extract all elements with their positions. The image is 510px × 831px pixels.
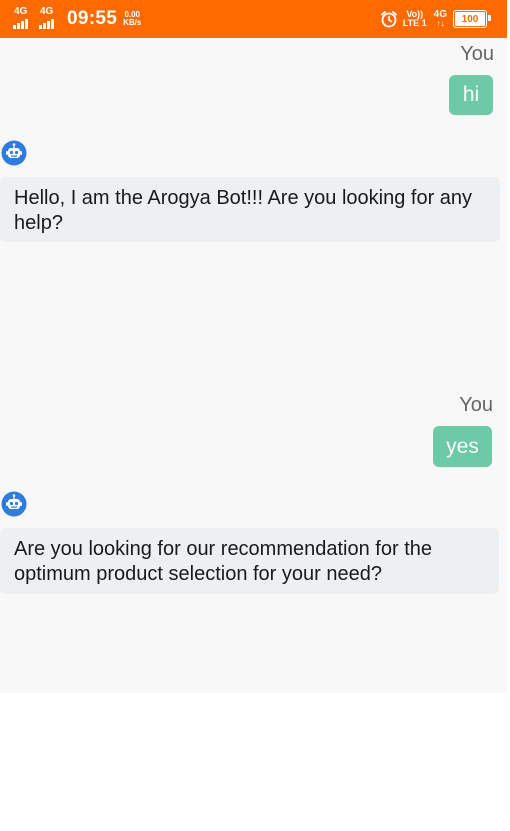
network-type-1: 4G xyxy=(14,6,28,17)
signal-icon: 4G xyxy=(13,6,35,30)
bot-message-bubble: Hello, I am the Arogya Bot!!! Are you lo… xyxy=(0,177,500,242)
sender-label: You xyxy=(459,394,493,416)
network-speed: 0.00 KB/s xyxy=(123,11,141,27)
signal-bars xyxy=(39,19,54,29)
sender-label: You xyxy=(460,43,494,65)
volte-bottom: LTE 1 xyxy=(402,18,427,28)
network-type-2: 4G xyxy=(40,6,54,17)
volte-indicator: Vo)) LTE 1 xyxy=(403,10,427,28)
status-bar-left: 4G 4G 09:55 0.00 KB/s xyxy=(13,0,141,38)
data-network-indicator: 4G ↑↓ xyxy=(434,10,447,28)
network-speed-unit: KB/s xyxy=(123,18,142,27)
screen: 4G 4G 09:55 0.00 KB/s Vo)) LTE 1 4G ↑↓ 1… xyxy=(0,0,510,831)
bot-avatar-icon xyxy=(1,491,27,517)
data-arrows-icon: ↑↓ xyxy=(436,19,445,28)
signal-icon: 4G xyxy=(39,6,61,30)
chat-area[interactable]: You hi Hello, I am the Arogya Bot!!! Are… xyxy=(0,38,507,693)
bot-message-bubble: Are you looking for our recommendation f… xyxy=(0,528,499,594)
battery-icon: 100 xyxy=(453,10,491,28)
alarm-icon xyxy=(380,11,397,28)
user-message-bubble: yes xyxy=(433,426,492,467)
bot-avatar-icon xyxy=(1,140,27,166)
user-message-bubble: hi xyxy=(449,75,493,115)
battery-level: 100 xyxy=(461,13,479,25)
status-bar: 4G 4G 09:55 0.00 KB/s Vo)) LTE 1 4G ↑↓ 1… xyxy=(0,0,507,38)
clock: 09:55 xyxy=(67,8,118,29)
status-bar-right: Vo)) LTE 1 4G ↑↓ 100 xyxy=(380,0,491,38)
signal-bars xyxy=(13,19,28,29)
